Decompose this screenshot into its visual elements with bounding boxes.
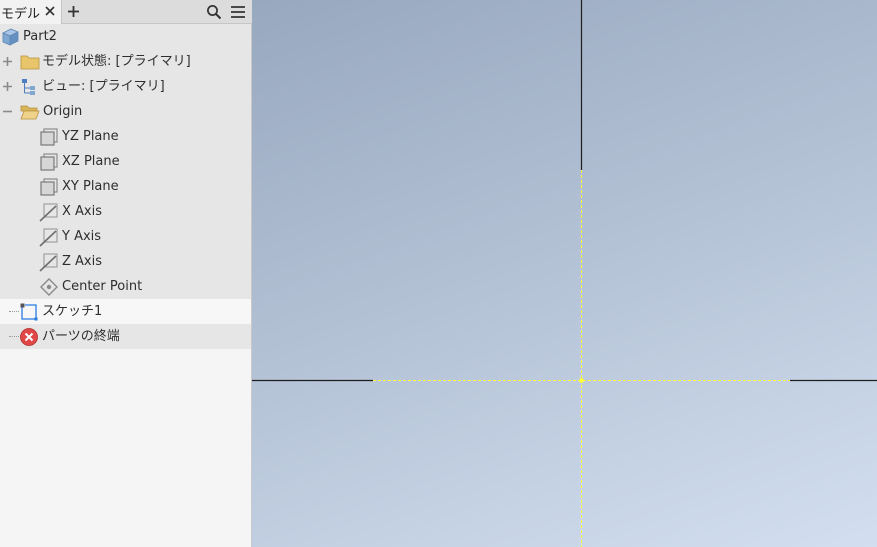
tree-item-sketch[interactable]: スケッチ1: [0, 299, 251, 324]
tree-item-label: XY Plane: [62, 179, 119, 194]
tree-item-model-state[interactable]: モデル状態: [プライマリ]: [0, 49, 251, 74]
part-icon: [2, 28, 19, 46]
tree-item-z-axis[interactable]: Z Axis: [0, 249, 251, 274]
work-point-icon: [40, 278, 58, 296]
menu-icon[interactable]: [230, 4, 246, 20]
tab-model-label: モデル: [1, 6, 41, 22]
end-of-part-icon: [20, 328, 38, 346]
browser-tab-bar: モデル: [0, 0, 252, 24]
tree-item-label: Origin: [43, 104, 83, 119]
tree-item-xz-plane[interactable]: XZ Plane: [0, 149, 251, 174]
tree-item-end-of-part[interactable]: パーツの終端: [0, 324, 251, 349]
expand-icon[interactable]: [2, 81, 13, 92]
folder-icon: [20, 55, 40, 70]
tree-item-label: Center Point: [62, 279, 143, 294]
view-tree-icon: [22, 79, 35, 95]
search-icon[interactable]: [206, 4, 222, 20]
tree-item-label: Part2: [23, 29, 57, 44]
model-browser-panel: モデル Part2 モデル状態: [プライマリ] ビュー: [プライマリ] Or…: [0, 0, 252, 547]
tree-item-xy-plane[interactable]: XY Plane: [0, 174, 251, 199]
tree-item-label: ビュー: [プライマリ]: [42, 79, 165, 94]
close-icon[interactable]: [43, 4, 57, 18]
sketch-icon: [20, 303, 38, 321]
work-axis-icon: [39, 228, 58, 247]
tree-item-label: X Axis: [62, 204, 103, 219]
add-tab-icon[interactable]: [66, 4, 81, 19]
collapse-icon[interactable]: [2, 106, 13, 117]
tree-item-view[interactable]: ビュー: [プライマリ]: [0, 74, 251, 99]
tree-item-yz-plane[interactable]: YZ Plane: [0, 124, 251, 149]
work-plane-icon: [40, 178, 58, 196]
tree-item-y-axis[interactable]: Y Axis: [0, 224, 251, 249]
expand-icon[interactable]: [2, 56, 13, 67]
graphics-viewport[interactable]: [252, 0, 877, 547]
sketch-axes: [252, 0, 877, 547]
tree-item-label: スケッチ1: [42, 304, 103, 319]
tree-item-center-point[interactable]: Center Point: [0, 274, 251, 299]
tree-item-label: Y Axis: [62, 229, 102, 244]
work-plane-icon: [40, 153, 58, 171]
sketch-origin-point[interactable]: [579, 378, 584, 383]
tree-item-label: モデル状態: [プライマリ]: [42, 54, 191, 69]
tree-item-label: XZ Plane: [62, 154, 120, 169]
open-folder-icon: [20, 105, 40, 120]
tree-item-label: YZ Plane: [62, 129, 119, 144]
tree-item-origin[interactable]: Origin: [0, 99, 251, 124]
tree-connector: [9, 311, 19, 312]
tree-item-part[interactable]: Part2: [0, 24, 251, 49]
work-axis-icon: [39, 203, 58, 222]
work-axis-icon: [39, 253, 58, 272]
model-tree: Part2 モデル状態: [プライマリ] ビュー: [プライマリ] Origin…: [0, 24, 251, 349]
tree-item-x-axis[interactable]: X Axis: [0, 199, 251, 224]
tree-item-label: Z Axis: [62, 254, 103, 269]
tree-connector: [9, 336, 19, 337]
tab-model[interactable]: モデル: [0, 0, 62, 24]
tree-item-label: パーツの終端: [42, 329, 120, 344]
work-plane-icon: [40, 128, 58, 146]
